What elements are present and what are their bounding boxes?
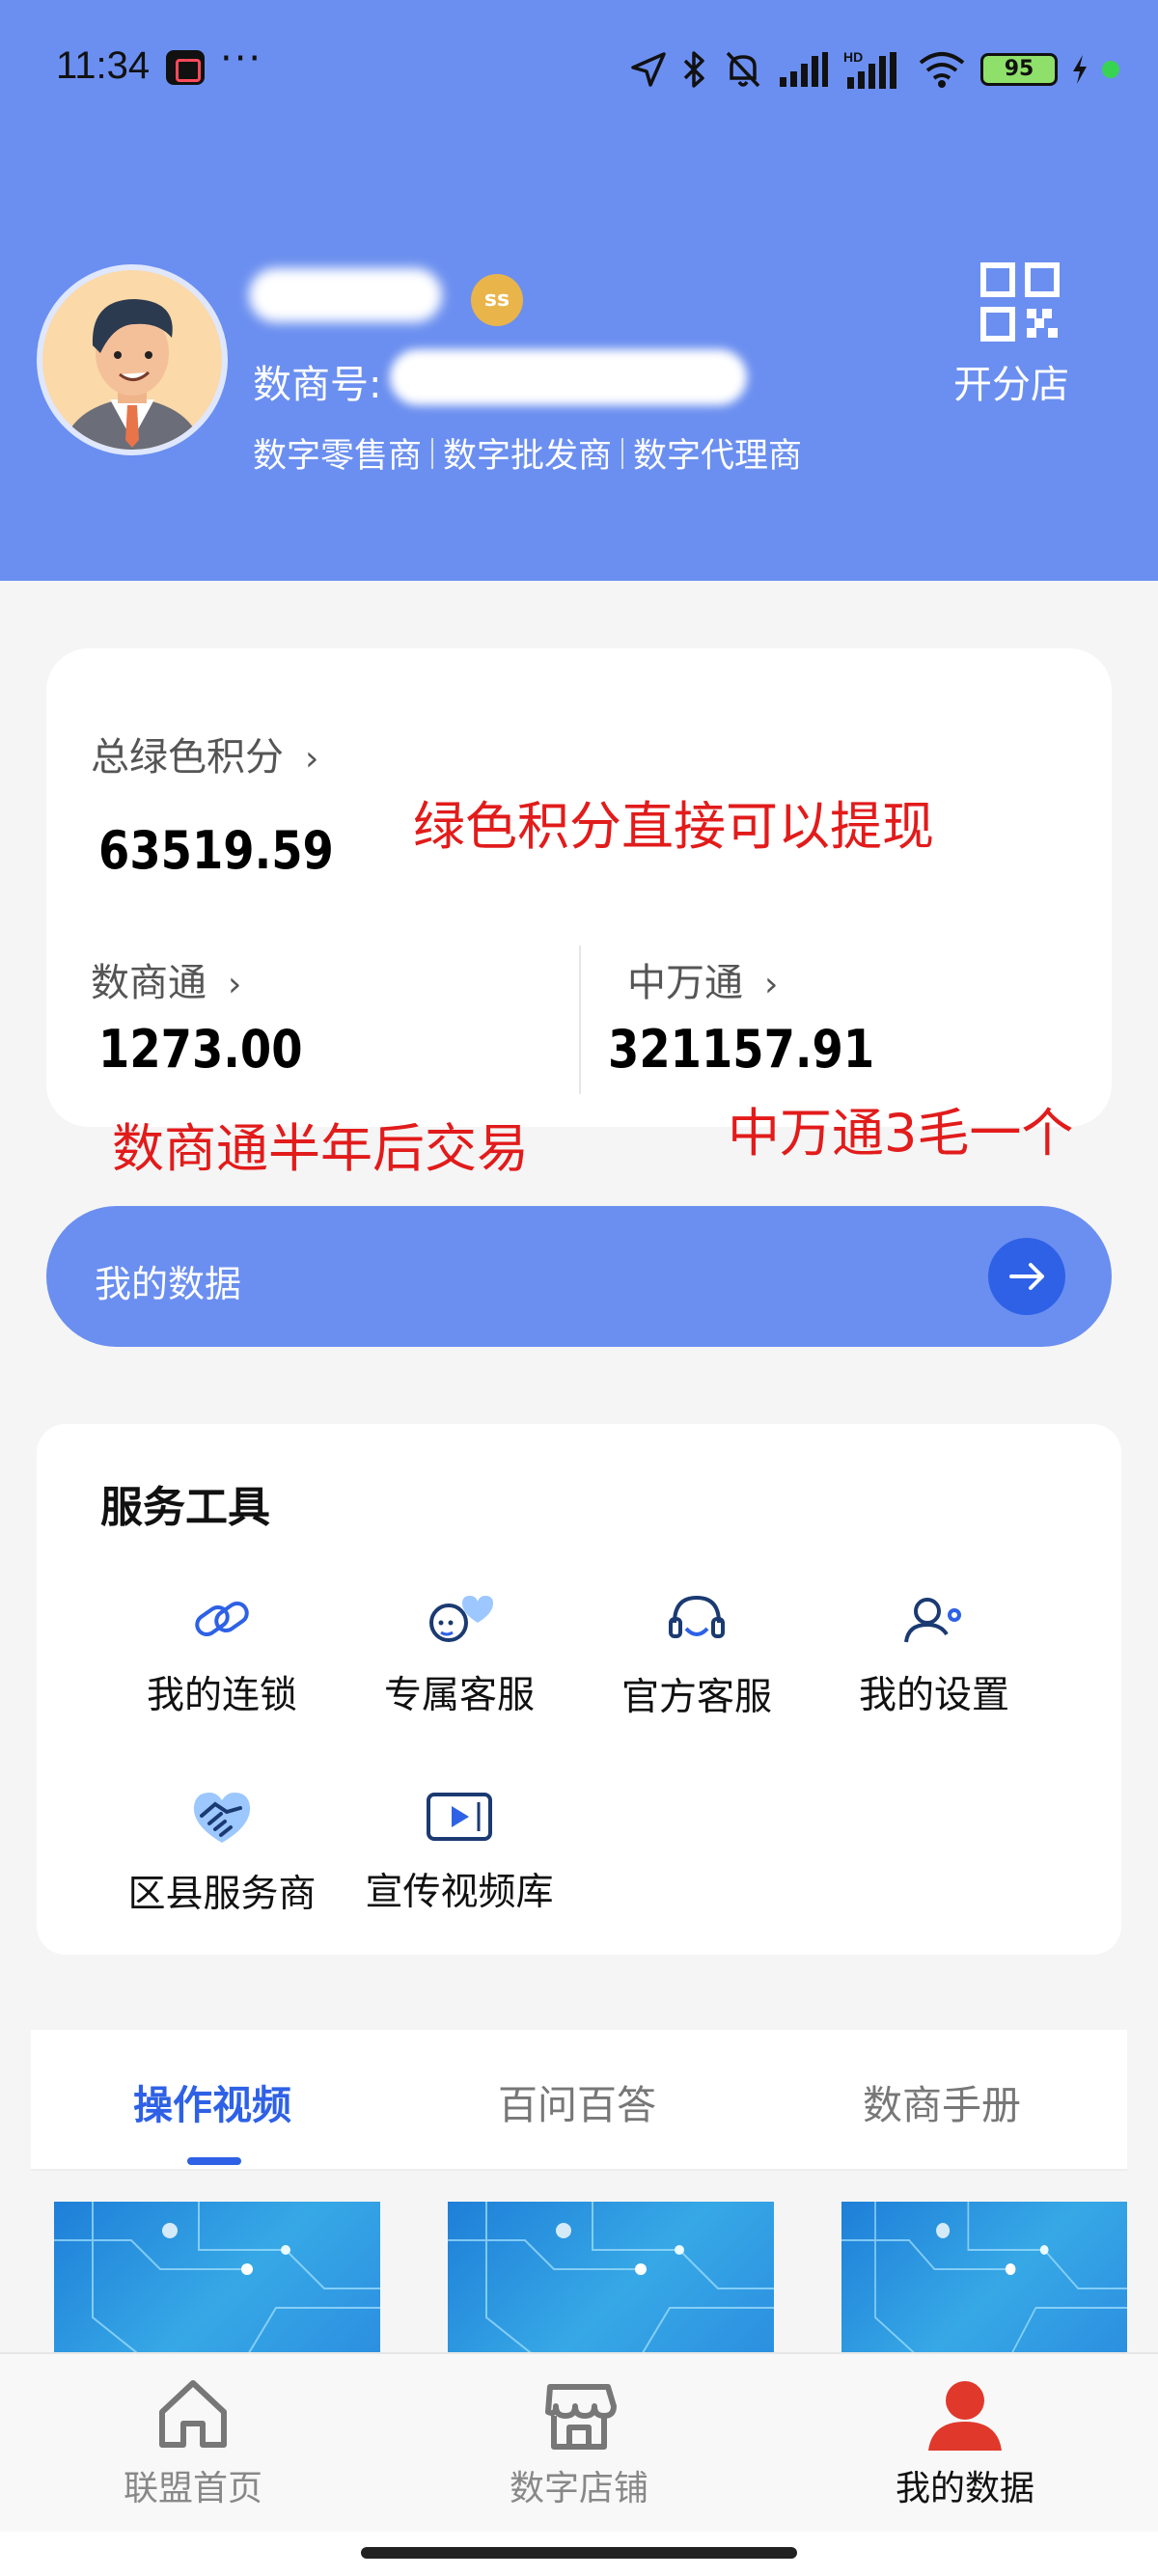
- role-agent: 数字代理商: [633, 437, 803, 476]
- nav-label: 数字店铺: [509, 2469, 648, 2508]
- more-notifications-icon: ···: [220, 37, 263, 81]
- tool-video-library[interactable]: 宣传视频库: [344, 1787, 575, 1916]
- home-icon: [159, 2380, 227, 2448]
- user-name-redacted: [249, 268, 442, 322]
- role-divider: [431, 437, 434, 469]
- tool-label: 区县服务商: [127, 1873, 317, 1916]
- circuit-thumbnail-image: [54, 2202, 380, 2356]
- video-thumbnail[interactable]: [448, 2202, 774, 2356]
- active-tab-indicator: [187, 2157, 241, 2165]
- zhongwan-label: 中万通: [627, 961, 743, 1005]
- annotation-zhongwan: 中万通3毛一个: [728, 1103, 1074, 1164]
- tool-dedicated-service[interactable]: 专属客服: [344, 1590, 575, 1719]
- merchant-roles: 数字零售商 数字批发商 数字代理商: [253, 428, 802, 478]
- tab-operation-videos[interactable]: 操作视频: [133, 2072, 291, 2130]
- zhongwan-value: 321157.91: [608, 1019, 875, 1080]
- content-tabs: 操作视频 百问百答 数商手册: [31, 2030, 1127, 2171]
- headset-icon: [669, 1595, 725, 1638]
- signal-icon: [780, 52, 828, 87]
- bluetooth-icon: [683, 51, 704, 88]
- qr-code-icon[interactable]: [980, 262, 1060, 342]
- chevron-right-icon: ›: [228, 965, 242, 1004]
- nav-my-data[interactable]: 我的数据: [849, 2373, 1081, 2510]
- avatar[interactable]: [37, 264, 228, 455]
- status-time: 11:34: [56, 44, 151, 87]
- location-icon: [631, 52, 666, 87]
- tool-county-provider[interactable]: 区县服务商: [106, 1787, 338, 1918]
- circuit-thumbnail-image: [841, 2202, 1127, 2356]
- level-badge: ss: [471, 274, 523, 326]
- role-divider: [621, 437, 624, 469]
- tab-faq[interactable]: 百问百答: [498, 2072, 656, 2130]
- screen-record-icon: [166, 50, 205, 85]
- store-icon: [545, 2384, 617, 2450]
- system-icons: HD 95: [629, 48, 1119, 91]
- merchant-id-redacted: [390, 349, 747, 405]
- tool-label: 宣传视频库: [365, 1871, 554, 1914]
- tool-official-service[interactable]: 官方客服: [581, 1590, 813, 1721]
- chevron-right-icon: ›: [305, 739, 319, 779]
- tool-my-chain[interactable]: 我的连锁: [106, 1590, 338, 1719]
- annotation-shushang: 数商通半年后交易: [112, 1118, 529, 1179]
- handshake-icon: [193, 1793, 251, 1843]
- mute-bell-icon: [726, 51, 760, 88]
- total-points-label: 总绿色积分: [91, 735, 284, 780]
- shushang-link[interactable]: 数商通 ›: [91, 951, 241, 1007]
- chain-link-icon: [195, 1601, 249, 1637]
- arrow-right-button[interactable]: [988, 1238, 1065, 1315]
- battery-indicator: 95: [980, 53, 1058, 86]
- role-wholesale: 数字批发商: [443, 437, 613, 476]
- home-indicator[interactable]: [361, 2547, 797, 2559]
- tab-manual[interactable]: 数商手册: [863, 2072, 1021, 2130]
- role-retail: 数字零售商: [253, 437, 423, 476]
- nav-alliance-home[interactable]: 联盟首页: [77, 2373, 309, 2510]
- nav-label: 联盟首页: [123, 2469, 262, 2508]
- total-points-link[interactable]: 总绿色积分 ›: [91, 726, 318, 781]
- zhongwan-link[interactable]: 中万通 ›: [627, 951, 778, 1007]
- status-bar: 11:34 ··· HD 95: [0, 0, 1158, 135]
- video-play-icon: [427, 1793, 492, 1841]
- annotation-green-points: 绿色积分直接可以提现: [413, 796, 934, 857]
- tool-label: 我的设置: [858, 1674, 1009, 1717]
- my-data-bar[interactable]: 我的数据: [46, 1206, 1112, 1347]
- charging-icon: [1073, 55, 1087, 84]
- my-data-label: 我的数据: [95, 1263, 242, 1305]
- open-branch-button[interactable]: 开分店: [953, 353, 1069, 409]
- total-points-value: 63519.59: [98, 820, 334, 881]
- merchant-id-label: 数商号:: [253, 363, 382, 407]
- chevron-right-icon: ›: [764, 965, 779, 1004]
- video-thumbnail[interactable]: [54, 2202, 380, 2356]
- wifi-icon: [919, 52, 965, 88]
- chat-heart-icon: [429, 1596, 493, 1642]
- tool-label: 我的连锁: [146, 1674, 297, 1717]
- bottom-navigation: 联盟首页 数字店铺 我的数据: [0, 2352, 1158, 2532]
- tool-label: 官方客服: [620, 1676, 772, 1719]
- privacy-indicator-dot: [1102, 61, 1119, 78]
- nav-label: 我的数据: [895, 2469, 1034, 2508]
- points-divider: [579, 945, 581, 1094]
- arrow-right-icon: [1009, 1263, 1044, 1290]
- shushang-value: 1273.00: [98, 1019, 303, 1080]
- svg-text:HD: HD: [843, 49, 863, 65]
- circuit-thumbnail-image: [448, 2202, 774, 2356]
- user-icon: [928, 2381, 1002, 2451]
- user-settings-icon: [904, 1598, 961, 1643]
- tool-label: 专属客服: [383, 1674, 535, 1717]
- avatar-illustration: [62, 299, 203, 450]
- tool-my-settings[interactable]: 我的设置: [818, 1590, 1050, 1719]
- shushang-label: 数商通: [91, 961, 207, 1005]
- video-thumbnail[interactable]: [841, 2202, 1127, 2356]
- service-tools-title: 服务工具: [100, 1483, 270, 1532]
- nav-digital-store[interactable]: 数字店铺: [463, 2373, 695, 2510]
- signal-hd-icon: HD: [843, 49, 896, 89]
